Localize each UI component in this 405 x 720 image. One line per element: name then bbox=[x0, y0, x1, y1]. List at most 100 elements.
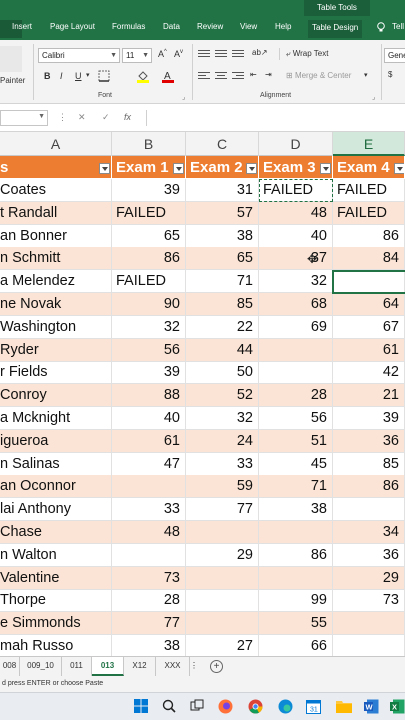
cell-student-name[interactable]: a Mcknight bbox=[0, 407, 112, 430]
cell-exam-2[interactable]: 57 bbox=[186, 201, 259, 225]
cell-exam-4[interactable]: FAILED bbox=[333, 179, 405, 202]
search-icon[interactable] bbox=[162, 699, 178, 715]
align-middle-icon[interactable] bbox=[215, 50, 227, 59]
tab-formulas[interactable]: Formulas bbox=[112, 22, 145, 31]
cell-student-name[interactable]: n Schmitt bbox=[0, 247, 112, 271]
cell-exam-2[interactable] bbox=[186, 521, 259, 544]
align-center-icon[interactable] bbox=[215, 72, 227, 81]
excel-icon[interactable]: X bbox=[390, 699, 405, 715]
add-sheet-icon[interactable]: + bbox=[210, 660, 223, 673]
align-right-icon[interactable] bbox=[232, 72, 244, 81]
cell-student-name[interactable]: n Salinas bbox=[0, 452, 112, 476]
tab-table-design[interactable]: Table Design bbox=[308, 20, 363, 38]
cell-student-name[interactable]: Coates bbox=[0, 179, 112, 202]
chevron-down-icon[interactable]: ▼ bbox=[38, 113, 45, 120]
cell-exam-4[interactable]: 86 bbox=[333, 475, 405, 499]
cell-exam-3[interactable]: 86 bbox=[259, 543, 333, 567]
cell-student-name[interactable]: t Randall bbox=[0, 201, 112, 225]
cell-exam-3[interactable]: 45 bbox=[259, 452, 333, 476]
tell-me-label[interactable]: Tell bbox=[392, 22, 404, 31]
cell-exam-3[interactable]: 32 bbox=[259, 270, 333, 294]
chevron-down-icon[interactable]: ▾ bbox=[364, 71, 368, 79]
header-cell[interactable]: Exam 4 bbox=[333, 156, 405, 179]
sheet-tab-active[interactable]: 013 bbox=[92, 657, 124, 676]
cell-exam-4[interactable]: 85 bbox=[333, 452, 405, 476]
cell-student-name[interactable]: e Simmonds bbox=[0, 612, 112, 636]
windows-start-icon[interactable] bbox=[134, 699, 150, 715]
column-header-a[interactable]: A bbox=[0, 132, 112, 156]
cancel-icon[interactable]: ✕ bbox=[78, 112, 86, 123]
tab-view[interactable]: View bbox=[240, 22, 257, 31]
cell-exam-3[interactable]: 99 bbox=[259, 589, 333, 613]
enter-icon[interactable]: ✓ bbox=[102, 112, 110, 123]
font-color-icon[interactable]: A bbox=[162, 70, 174, 85]
cell-exam-4[interactable] bbox=[333, 498, 405, 522]
cell-exam-3[interactable]: 66 bbox=[259, 635, 333, 658]
cell-student-name[interactable]: Conroy bbox=[0, 384, 112, 408]
cell-exam-2[interactable]: 38 bbox=[186, 224, 259, 248]
cell-exam-4[interactable]: 36 bbox=[333, 429, 405, 453]
cell-exam-2[interactable] bbox=[186, 612, 259, 636]
column-header-d[interactable]: D bbox=[259, 132, 333, 156]
task-view-icon[interactable] bbox=[190, 699, 206, 715]
dialog-launcher-icon[interactable]: ⌟ bbox=[182, 93, 185, 101]
cell-exam-2[interactable]: 33 bbox=[186, 452, 259, 476]
filter-dropdown-icon[interactable] bbox=[394, 163, 404, 174]
header-cell[interactable]: Exam 1 bbox=[112, 156, 186, 179]
cell-student-name[interactable]: igueroa bbox=[0, 429, 112, 453]
cell-exam-4[interactable]: 39 bbox=[333, 407, 405, 430]
chevron-down-icon[interactable]: ▼ bbox=[110, 49, 117, 62]
cell-exam-4[interactable]: 36 bbox=[333, 543, 405, 567]
tab-help[interactable]: Help bbox=[275, 22, 291, 31]
tab-scroll-dots[interactable]: ⋮ bbox=[190, 657, 198, 676]
cell-exam-1[interactable]: 88 bbox=[112, 384, 186, 408]
cell-exam-4[interactable]: 67 bbox=[333, 315, 405, 339]
cell-exam-2[interactable] bbox=[186, 589, 259, 613]
filter-dropdown-icon[interactable] bbox=[99, 163, 110, 174]
cell-student-name[interactable]: Thorpe bbox=[0, 589, 112, 613]
tab-data[interactable]: Data bbox=[163, 22, 180, 31]
more-options-icon[interactable]: ⋮ bbox=[58, 112, 67, 123]
insert-function-icon[interactable]: fx bbox=[124, 112, 131, 122]
cell-exam-4[interactable] bbox=[333, 612, 405, 636]
cell-exam-1[interactable]: 39 bbox=[112, 179, 186, 202]
cell-exam-1[interactable]: 61 bbox=[112, 429, 186, 453]
cell-exam-3[interactable]: 55 bbox=[259, 612, 333, 636]
cell-exam-1[interactable]: 56 bbox=[112, 338, 186, 362]
orientation-icon[interactable]: ab↗ bbox=[252, 48, 268, 57]
format-painter-button[interactable]: Painter bbox=[0, 76, 25, 85]
bold-button[interactable]: B bbox=[44, 71, 51, 81]
cell-exam-1[interactable] bbox=[112, 475, 186, 499]
cell-exam-1[interactable]: 90 bbox=[112, 293, 186, 316]
dialog-launcher-icon[interactable]: ⌟ bbox=[372, 93, 375, 101]
cell-exam-4[interactable]: 61 bbox=[333, 338, 405, 362]
decrease-font-icon[interactable]: Av bbox=[174, 49, 183, 59]
cell-exam-1[interactable]: 77 bbox=[112, 612, 186, 636]
cell-exam-1[interactable]: 48 bbox=[112, 521, 186, 544]
number-format-box[interactable]: Gener bbox=[384, 48, 405, 63]
cell-exam-2[interactable]: 31 bbox=[186, 179, 259, 202]
tab-page-layout[interactable]: Page Layout bbox=[50, 22, 95, 31]
fill-color-icon[interactable] bbox=[136, 70, 150, 85]
cell-exam-2[interactable]: 71 bbox=[186, 270, 259, 294]
merge-center-button[interactable]: ⊞ Merge & Center bbox=[286, 71, 351, 80]
cell-exam-4[interactable]: 29 bbox=[333, 566, 405, 590]
decrease-indent-icon[interactable]: ⇤ bbox=[250, 70, 257, 79]
cell-exam-1[interactable]: 38 bbox=[112, 635, 186, 658]
cell-exam-2[interactable]: 29 bbox=[186, 543, 259, 567]
word-icon[interactable]: W bbox=[364, 699, 380, 715]
cell-student-name[interactable]: an Bonner bbox=[0, 224, 112, 248]
filter-dropdown-icon[interactable] bbox=[246, 163, 257, 174]
cell-student-name[interactable]: Washington bbox=[0, 315, 112, 339]
file-explorer-icon[interactable] bbox=[336, 699, 352, 715]
cell-exam-1[interactable]: 73 bbox=[112, 566, 186, 590]
cell-exam-4[interactable]: 86 bbox=[333, 224, 405, 248]
cell-exam-1[interactable] bbox=[112, 543, 186, 567]
cell-exam-4[interactable]: FAILED bbox=[333, 201, 405, 225]
cell-exam-2[interactable]: 77 bbox=[186, 498, 259, 522]
cell-student-name[interactable]: ne Novak bbox=[0, 293, 112, 316]
cell-exam-4[interactable] bbox=[333, 635, 405, 658]
cell-exam-3[interactable] bbox=[259, 361, 333, 385]
cell-exam-1[interactable]: 28 bbox=[112, 589, 186, 613]
cell-exam-3[interactable]: 71 bbox=[259, 475, 333, 499]
